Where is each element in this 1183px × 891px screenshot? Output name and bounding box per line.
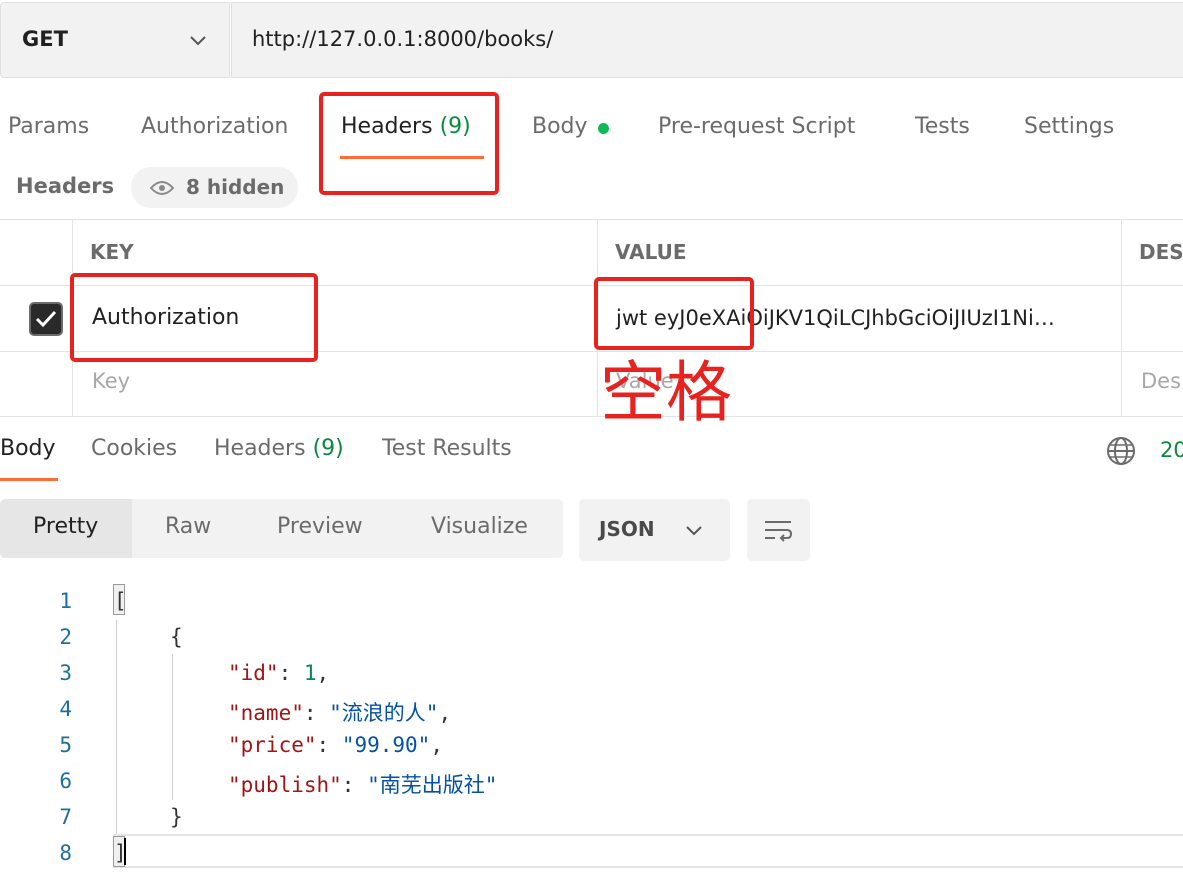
json-string: "流浪的人" [329, 701, 439, 725]
json-string: "南芜出版社" [367, 773, 498, 797]
code-line[interactable]: } [170, 805, 183, 829]
globe-icon[interactable] [1106, 436, 1136, 466]
code-line[interactable]: "name": "流浪的人", [228, 697, 451, 727]
json-sep: : [316, 733, 342, 757]
json-sep: : [303, 701, 330, 725]
response-tab-body[interactable]: Body [0, 436, 56, 461]
format-label: JSON [599, 517, 655, 541]
json-comma: , [430, 733, 443, 757]
line-number: 5 [59, 733, 72, 757]
current-line-highlight [113, 834, 1183, 868]
response-tab-headers[interactable]: Headers (9) [214, 436, 344, 461]
response-tab-cookies[interactable]: Cookies [91, 436, 177, 461]
json-sep: : [341, 773, 368, 797]
response-status: 20 [1160, 438, 1183, 462]
column-header-value: VALUE [615, 240, 687, 264]
tab-body[interactable]: Body [532, 114, 588, 139]
code-line[interactable]: "id": 1, [228, 661, 329, 685]
text-wrap-icon [765, 521, 793, 542]
json-string: "99.90" [341, 733, 431, 757]
text-caret [124, 838, 126, 865]
json-key: "id" [228, 661, 279, 685]
table-top-border [0, 219, 1183, 220]
table-col-divider [1121, 219, 1122, 416]
column-header-description: DES [1139, 240, 1183, 264]
tab-pre-request-script[interactable]: Pre-request Script [658, 114, 855, 139]
body-status-dot [598, 123, 609, 134]
code-line[interactable]: "publish": "南芜出版社" [228, 769, 497, 799]
header-enabled-checkbox[interactable] [29, 302, 63, 336]
line-number: 1 [59, 589, 72, 613]
tab-tests[interactable]: Tests [915, 114, 970, 139]
line-number: 4 [59, 697, 72, 721]
indent-guide [116, 620, 117, 834]
new-key-input[interactable]: Key [92, 369, 130, 393]
response-active-tab-indicator [0, 478, 58, 481]
code-line[interactable]: [ [114, 589, 127, 613]
response-tab-headers-count: (9) [312, 436, 344, 461]
json-comma: , [316, 661, 330, 685]
chevron-down-icon [686, 526, 702, 536]
view-mode-pretty[interactable]: Pretty [33, 514, 98, 539]
tab-authorization[interactable]: Authorization [141, 114, 288, 139]
url-text: http://127.0.0.1:8000/books/ [252, 27, 554, 51]
line-number: 7 [59, 805, 72, 829]
json-key: "name" [228, 701, 304, 725]
chevron-down-icon[interactable] [188, 30, 208, 50]
annotation-box-key [70, 273, 318, 362]
code-line[interactable]: "price": "99.90", [228, 733, 443, 757]
json-comma: , [438, 701, 452, 725]
view-mode-preview[interactable]: Preview [277, 514, 363, 539]
json-sep: : [278, 661, 304, 685]
line-number: 2 [59, 625, 72, 649]
json-key: "publish" [228, 773, 342, 797]
tab-settings[interactable]: Settings [1024, 114, 1114, 139]
tab-params[interactable]: Params [8, 114, 89, 139]
new-description-input[interactable]: Des [1141, 369, 1181, 393]
eye-icon [150, 181, 174, 195]
annotation-label: 空格 [600, 354, 732, 431]
line-number: 6 [59, 769, 72, 793]
response-tab-test-results[interactable]: Test Results [382, 436, 512, 461]
view-mode-raw[interactable]: Raw [165, 514, 211, 539]
json-brace: { [170, 625, 183, 649]
indent-guide [172, 654, 173, 800]
table-bottom-border [0, 416, 1183, 417]
view-mode-visualize[interactable]: Visualize [431, 514, 528, 539]
code-line[interactable]: { [170, 625, 183, 649]
annotation-box-value [594, 277, 754, 350]
method-label: GET [22, 27, 68, 51]
json-number: 1 [303, 661, 317, 685]
json-key: "price" [228, 733, 317, 757]
column-header-key: KEY [90, 240, 134, 264]
checkmark-icon [35, 310, 57, 328]
json-bracket: [ [114, 589, 127, 613]
response-tab-headers-label: Headers [214, 436, 306, 461]
line-number: 3 [59, 661, 72, 685]
headers-section-title: Headers [16, 174, 115, 198]
json-brace: } [170, 805, 183, 829]
hidden-headers-count: 8 hidden [186, 175, 285, 199]
line-number: 8 [59, 841, 72, 865]
annotation-box-headers-tab [319, 92, 499, 195]
